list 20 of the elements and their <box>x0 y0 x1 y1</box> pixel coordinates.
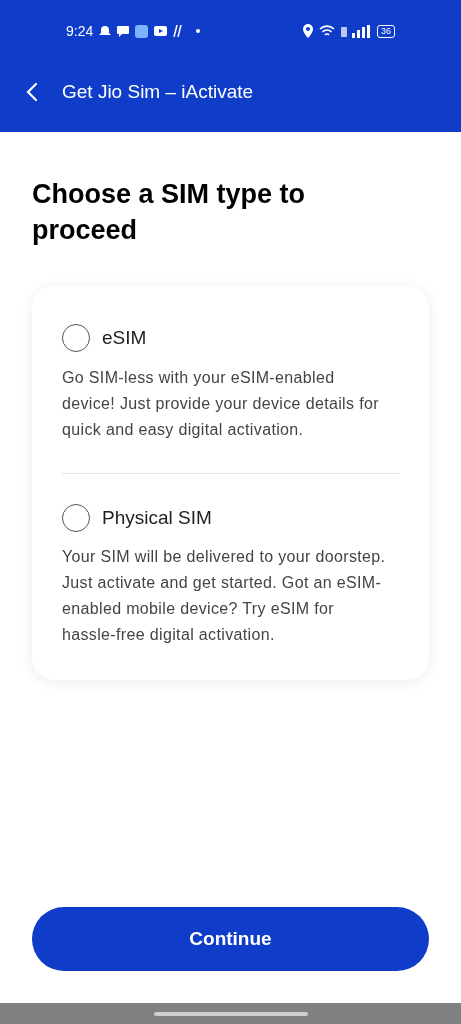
location-icon <box>303 24 313 38</box>
option-label: eSIM <box>102 326 147 350</box>
page-heading: Choose a SIM type to proceed <box>32 178 307 247</box>
option-description: Your SIM will be delivered to your doorstep. Just activate and get started. Got an eSIM-enabled mobile device? Try eSIM for hassle-free digital activation. <box>62 547 387 645</box>
app-icon <box>135 24 149 38</box>
option-label: Physical SIM <box>102 505 212 530</box>
slash-icon <box>173 25 183 37</box>
continue-button[interactable]: Continue <box>32 907 429 971</box>
video-icon <box>154 26 168 36</box>
radio-button[interactable] <box>62 324 90 353</box>
status-time: 9:24 <box>66 21 94 41</box>
dot-icon <box>196 29 201 33</box>
back-icon[interactable] <box>26 82 38 102</box>
battery-indicator: 36 <box>377 24 395 38</box>
chat-icon <box>117 25 130 37</box>
app-bar-title: Get Jio Sim – iActivate <box>62 79 254 104</box>
signal-icon <box>341 24 371 38</box>
option-description: Go SIM-less with your eSIM-enabled device! Just provide your device details for quick and easy digital activation. <box>62 367 380 440</box>
wifi-icon <box>319 24 335 38</box>
radio-button[interactable] <box>62 503 90 532</box>
